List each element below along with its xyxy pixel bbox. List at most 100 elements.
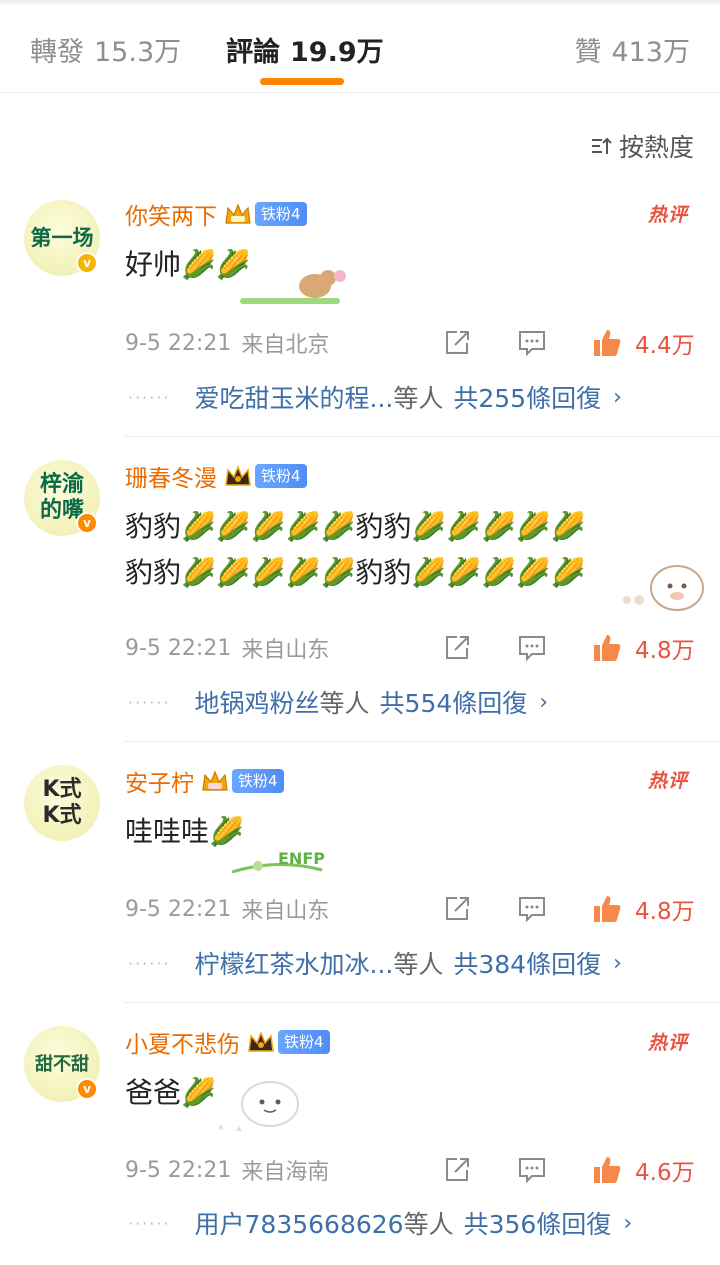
like-count: 4.4万 [635,333,695,359]
reply-user[interactable]: 用户7835668626 [195,1205,404,1241]
reply-dots-icon: ······ [128,1213,171,1233]
reply-dots-icon: ······ [128,953,171,973]
name-row: 安子柠 铁粉4 [125,765,284,797]
meta-row: 9-5 22:21 来自海南 4.6万 [125,1153,695,1187]
reply-dots-icon: ······ [128,692,171,712]
comment-location: 来自北京 [241,333,330,358]
comment-time: 9-5 22:21 [125,896,232,922]
crown-icon [225,464,251,486]
like-icon[interactable] [591,893,623,925]
reply-summary[interactable]: ······ 柠檬红茶水加冰... 等人 共384條回復 › [128,946,622,980]
comment-tabs: 轉發 15.3万 評論 19.9万 贊 413万 [0,0,720,93]
username[interactable]: 小夏不悲伤 [125,1025,240,1059]
tab-comments-label: 評論 [226,37,280,68]
reply-dots-icon: ······ [128,387,171,407]
meta-row: 9-5 22:21 来自山东 4.8万 [125,631,695,665]
comment-icon[interactable] [517,895,547,923]
crown-icon [248,1030,274,1052]
divider [124,741,720,742]
verified-badge-icon: v [76,252,98,274]
comment-text-line: 好帅🌽🌽 [125,248,251,281]
tab-likes[interactable]: 贊 413万 [574,30,690,69]
avatar-text: 甜不甜 [35,1053,89,1075]
like-icon[interactable] [591,327,623,359]
reply-mid-text: 等人 [393,950,444,979]
share-icon[interactable] [443,895,471,923]
sort-icon [591,137,612,154]
divider [124,436,720,437]
like-icon[interactable] [591,632,623,664]
reply-summary[interactable]: ······ 用户7835668626 等人 共356條回復 › [128,1206,632,1240]
sticker-image [623,565,704,611]
fan-badge: 铁粉4 [232,769,284,793]
sort-button[interactable]: 按熱度 [589,128,694,164]
comment-text: 豹豹🌽🌽🌽🌽🌽豹豹🌽🌽🌽🌽🌽 豹豹🌽🌽🌽🌽🌽豹豹🌽🌽🌽🌽🌽 [125,504,586,596]
fan-badge: 铁粉4 [255,202,307,226]
tab-comments[interactable]: 評論 19.9万 [226,30,384,69]
avatar[interactable]: 第一场 v [24,200,100,276]
username[interactable]: 安子柠 [125,764,194,798]
share-icon[interactable] [443,1156,471,1184]
divider [124,1002,720,1003]
reply-mid-text: 等人 [393,384,444,413]
meta-row: 9-5 22:21 来自山东 4.8万 [125,892,695,926]
username[interactable]: 你笑两下 [125,197,217,231]
comment-icon[interactable] [517,634,547,662]
username[interactable]: 珊春冬漫 [125,459,217,493]
like-count: 4.8万 [635,899,695,925]
reply-total[interactable]: 共255條回復 [453,379,601,415]
reply-mid-text: 等人 [319,689,370,718]
like-count: 4.8万 [635,638,695,664]
share-icon[interactable] [443,634,471,662]
reply-summary[interactable]: ······ 地锅鸡粉丝 等人 共554條回復 › [128,685,548,719]
comment-location: 来自山东 [241,899,330,924]
meta-row: 9-5 22:21 来自北京 4.4万 [125,326,695,360]
chevron-right-icon: › [613,950,622,976]
avatar[interactable]: K式K式 [24,765,100,841]
share-icon[interactable] [443,329,471,357]
avatar-text: 第一场 [30,225,94,250]
tab-comments-count: 19.9万 [290,37,384,68]
tab-repost[interactable]: 轉發 15.3万 [30,30,181,69]
crown-icon [202,770,228,791]
sticker-image [218,1081,299,1132]
comment-time: 9-5 22:21 [125,330,232,356]
verified-badge-icon: v [76,512,98,534]
tab-likes-label: 贊 [574,37,602,68]
comment-time: 9-5 22:21 [125,635,232,661]
hot-comment-badge: 热评 [647,1032,688,1054]
reply-user[interactable]: 爱吃甜玉米的程... [195,379,394,415]
comment-icon[interactable] [517,1156,547,1184]
like-count: 4.6万 [635,1160,695,1186]
avatar-text: K式K式 [42,777,82,828]
sticker-image: ENFP [231,849,325,874]
reply-total[interactable]: 共384條回復 [453,945,601,981]
name-row: 珊春冬漫 铁粉4 [125,460,307,492]
fan-badge: 铁粉4 [278,1030,330,1054]
fan-badge: 铁粉4 [255,464,307,488]
comment-text-line: 爸爸🌽 [125,1076,216,1109]
hot-comment-badge: 热评 [647,204,688,226]
sticker-image [240,270,346,304]
reply-mid-text: 等人 [403,1210,454,1239]
verified-badge-icon: v [76,1078,98,1100]
reply-user[interactable]: 柠檬红茶水加冰... [195,945,394,981]
chevron-right-icon: › [623,1210,633,1236]
comment-time: 9-5 22:21 [125,1157,232,1183]
avatar[interactable]: 甜不甜 v [24,1026,100,1102]
comment-text-line: 豹豹🌽🌽🌽🌽🌽豹豹🌽🌽🌽🌽🌽 [125,556,586,589]
reply-summary[interactable]: ······ 爱吃甜玉米的程... 等人 共255條回復 › [128,380,622,414]
reply-total[interactable]: 共356條回復 [464,1205,612,1241]
avatar[interactable]: 梓渝的嘴 v [24,460,100,536]
name-row: 你笑两下 铁粉4 [125,198,307,230]
active-tab-indicator [260,78,344,85]
comment-icon[interactable] [517,329,547,357]
like-icon[interactable] [591,1154,623,1186]
hot-comment-badge: 热评 [647,770,688,792]
reply-total[interactable]: 共554條回復 [380,684,528,720]
reply-user[interactable]: 地锅鸡粉丝 [195,684,320,720]
comment-text: 爸爸🌽 [125,1070,216,1116]
chevron-right-icon: › [613,384,622,410]
tab-repost-label: 轉發 [30,37,84,68]
sort-label: 按熱度 [618,133,694,162]
